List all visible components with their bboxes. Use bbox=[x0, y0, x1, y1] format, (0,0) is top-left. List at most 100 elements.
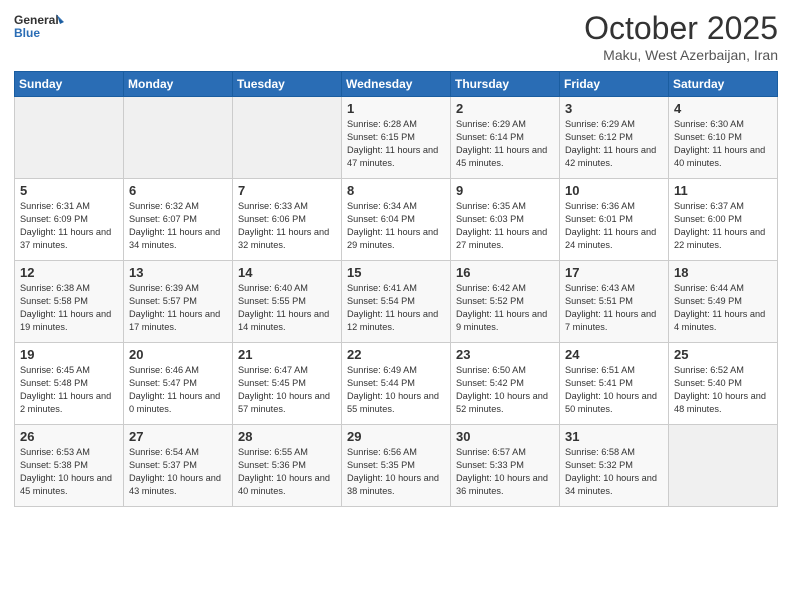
day-number: 18 bbox=[674, 265, 772, 280]
day-info: Sunrise: 6:50 AMSunset: 5:42 PMDaylight:… bbox=[456, 364, 554, 416]
table-row: 23 Sunrise: 6:50 AMSunset: 5:42 PMDayligh… bbox=[451, 343, 560, 425]
day-info: Sunrise: 6:58 AMSunset: 5:32 PMDaylight:… bbox=[565, 446, 663, 498]
table-row: 27 Sunrise: 6:54 AMSunset: 5:37 PMDayligh… bbox=[124, 425, 233, 507]
table-row: 26 Sunrise: 6:53 AMSunset: 5:38 PMDayligh… bbox=[15, 425, 124, 507]
calendar-header-row: Sunday Monday Tuesday Wednesday Thursday… bbox=[15, 72, 778, 97]
page: General Blue October 2025 Maku, West Aze… bbox=[0, 0, 792, 612]
calendar-week-3: 19Sunrise: 6:45 AMSunset: 5:48 PMDayligh… bbox=[15, 343, 778, 425]
table-row: 8 Sunrise: 6:34 AMSunset: 6:04 PMDaylight… bbox=[342, 179, 451, 261]
day-number: 20 bbox=[129, 347, 227, 362]
table-row: 1 Sunrise: 6:28 AMSunset: 6:15 PMDaylight… bbox=[342, 97, 451, 179]
day-info: Sunrise: 6:53 AMSunset: 5:38 PMDaylight:… bbox=[20, 446, 118, 498]
table-row bbox=[124, 97, 233, 179]
header-thursday: Thursday bbox=[451, 72, 560, 97]
day-number: 11 bbox=[674, 183, 772, 198]
day-info: Sunrise: 6:30 AMSunset: 6:10 PMDaylight:… bbox=[674, 118, 772, 170]
table-row: 19Sunrise: 6:45 AMSunset: 5:48 PMDayligh… bbox=[15, 343, 124, 425]
table-row: 31Sunrise: 6:58 AMSunset: 5:32 PMDayligh… bbox=[560, 425, 669, 507]
header-saturday: Saturday bbox=[669, 72, 778, 97]
header-tuesday: Tuesday bbox=[233, 72, 342, 97]
day-number: 23 bbox=[456, 347, 554, 362]
day-number: 28 bbox=[238, 429, 336, 444]
table-row: 20 Sunrise: 6:46 AMSunset: 5:47 PMDayligh… bbox=[124, 343, 233, 425]
day-info: Sunrise: 6:28 AMSunset: 6:15 PMDaylight:… bbox=[347, 118, 445, 170]
day-info: Sunrise: 6:42 AMSunset: 5:52 PMDaylight:… bbox=[456, 282, 554, 334]
table-row: 22 Sunrise: 6:49 AMSunset: 5:44 PMDayligh… bbox=[342, 343, 451, 425]
day-number: 25 bbox=[674, 347, 772, 362]
calendar: Sunday Monday Tuesday Wednesday Thursday… bbox=[14, 71, 778, 507]
day-info: Sunrise: 6:38 AMSunset: 5:58 PMDaylight:… bbox=[20, 282, 118, 334]
day-info: Sunrise: 6:44 AMSunset: 5:49 PMDaylight:… bbox=[674, 282, 772, 334]
day-number: 12 bbox=[20, 265, 118, 280]
day-number: 17 bbox=[565, 265, 663, 280]
header: General Blue October 2025 Maku, West Aze… bbox=[14, 10, 778, 63]
calendar-week-2: 12 Sunrise: 6:38 AMSunset: 5:58 PMDayligh… bbox=[15, 261, 778, 343]
day-number: 29 bbox=[347, 429, 445, 444]
logo: General Blue bbox=[14, 10, 64, 45]
day-info: Sunrise: 6:34 AMSunset: 6:04 PMDaylight:… bbox=[347, 200, 445, 252]
day-info: Sunrise: 6:54 AMSunset: 5:37 PMDaylight:… bbox=[129, 446, 227, 498]
day-number: 2 bbox=[456, 101, 554, 116]
header-sunday: Sunday bbox=[15, 72, 124, 97]
day-info: Sunrise: 6:35 AMSunset: 6:03 PMDaylight:… bbox=[456, 200, 554, 252]
day-number: 24 bbox=[565, 347, 663, 362]
table-row: 4Sunrise: 6:30 AMSunset: 6:10 PMDaylight… bbox=[669, 97, 778, 179]
day-number: 22 bbox=[347, 347, 445, 362]
day-info: Sunrise: 6:40 AMSunset: 5:55 PMDaylight:… bbox=[238, 282, 336, 334]
day-number: 7 bbox=[238, 183, 336, 198]
table-row bbox=[233, 97, 342, 179]
table-row: 5Sunrise: 6:31 AMSunset: 6:09 PMDaylight… bbox=[15, 179, 124, 261]
table-row: 30 Sunrise: 6:57 AMSunset: 5:33 PMDayligh… bbox=[451, 425, 560, 507]
day-number: 10 bbox=[565, 183, 663, 198]
day-number: 21 bbox=[238, 347, 336, 362]
month-title: October 2025 bbox=[584, 10, 778, 47]
table-row: 11Sunrise: 6:37 AMSunset: 6:00 PMDayligh… bbox=[669, 179, 778, 261]
logo-bird: General Blue bbox=[14, 10, 64, 45]
day-number: 14 bbox=[238, 265, 336, 280]
calendar-week-1: 5Sunrise: 6:31 AMSunset: 6:09 PMDaylight… bbox=[15, 179, 778, 261]
table-row: 10 Sunrise: 6:36 AMSunset: 6:01 PMDayligh… bbox=[560, 179, 669, 261]
day-number: 3 bbox=[565, 101, 663, 116]
table-row bbox=[15, 97, 124, 179]
table-row: 7Sunrise: 6:33 AMSunset: 6:06 PMDaylight… bbox=[233, 179, 342, 261]
day-info: Sunrise: 6:51 AMSunset: 5:41 PMDaylight:… bbox=[565, 364, 663, 416]
day-number: 16 bbox=[456, 265, 554, 280]
day-info: Sunrise: 6:43 AMSunset: 5:51 PMDaylight:… bbox=[565, 282, 663, 334]
day-info: Sunrise: 6:39 AMSunset: 5:57 PMDaylight:… bbox=[129, 282, 227, 334]
svg-text:Blue: Blue bbox=[14, 26, 40, 40]
day-number: 27 bbox=[129, 429, 227, 444]
header-friday: Friday bbox=[560, 72, 669, 97]
day-number: 1 bbox=[347, 101, 445, 116]
day-number: 15 bbox=[347, 265, 445, 280]
header-wednesday: Wednesday bbox=[342, 72, 451, 97]
day-info: Sunrise: 6:57 AMSunset: 5:33 PMDaylight:… bbox=[456, 446, 554, 498]
table-row: 18 Sunrise: 6:44 AMSunset: 5:49 PMDayligh… bbox=[669, 261, 778, 343]
day-number: 8 bbox=[347, 183, 445, 198]
table-row: 3 Sunrise: 6:29 AMSunset: 6:12 PMDaylight… bbox=[560, 97, 669, 179]
day-info: Sunrise: 6:36 AMSunset: 6:01 PMDaylight:… bbox=[565, 200, 663, 252]
table-row: 12 Sunrise: 6:38 AMSunset: 5:58 PMDayligh… bbox=[15, 261, 124, 343]
day-number: 13 bbox=[129, 265, 227, 280]
table-row: 2 Sunrise: 6:29 AMSunset: 6:14 PMDaylight… bbox=[451, 97, 560, 179]
day-info: Sunrise: 6:52 AMSunset: 5:40 PMDaylight:… bbox=[674, 364, 772, 416]
day-number: 30 bbox=[456, 429, 554, 444]
day-info: Sunrise: 6:29 AMSunset: 6:14 PMDaylight:… bbox=[456, 118, 554, 170]
day-info: Sunrise: 6:55 AMSunset: 5:36 PMDaylight:… bbox=[238, 446, 336, 498]
calendar-week-0: 1 Sunrise: 6:28 AMSunset: 6:15 PMDaylight… bbox=[15, 97, 778, 179]
day-number: 9 bbox=[456, 183, 554, 198]
day-number: 26 bbox=[20, 429, 118, 444]
table-row: 15 Sunrise: 6:41 AMSunset: 5:54 PMDayligh… bbox=[342, 261, 451, 343]
table-row: 6 Sunrise: 6:32 AMSunset: 6:07 PMDaylight… bbox=[124, 179, 233, 261]
table-row: 13 Sunrise: 6:39 AMSunset: 5:57 PMDayligh… bbox=[124, 261, 233, 343]
day-info: Sunrise: 6:32 AMSunset: 6:07 PMDaylight:… bbox=[129, 200, 227, 252]
title-area: October 2025 Maku, West Azerbaijan, Iran bbox=[584, 10, 778, 63]
day-info: Sunrise: 6:29 AMSunset: 6:12 PMDaylight:… bbox=[565, 118, 663, 170]
day-number: 6 bbox=[129, 183, 227, 198]
day-info: Sunrise: 6:41 AMSunset: 5:54 PMDaylight:… bbox=[347, 282, 445, 334]
day-info: Sunrise: 6:46 AMSunset: 5:47 PMDaylight:… bbox=[129, 364, 227, 416]
table-row bbox=[669, 425, 778, 507]
table-row: 14 Sunrise: 6:40 AMSunset: 5:55 PMDayligh… bbox=[233, 261, 342, 343]
day-info: Sunrise: 6:49 AMSunset: 5:44 PMDaylight:… bbox=[347, 364, 445, 416]
day-info: Sunrise: 6:31 AMSunset: 6:09 PMDaylight:… bbox=[20, 200, 118, 252]
calendar-week-4: 26 Sunrise: 6:53 AMSunset: 5:38 PMDayligh… bbox=[15, 425, 778, 507]
